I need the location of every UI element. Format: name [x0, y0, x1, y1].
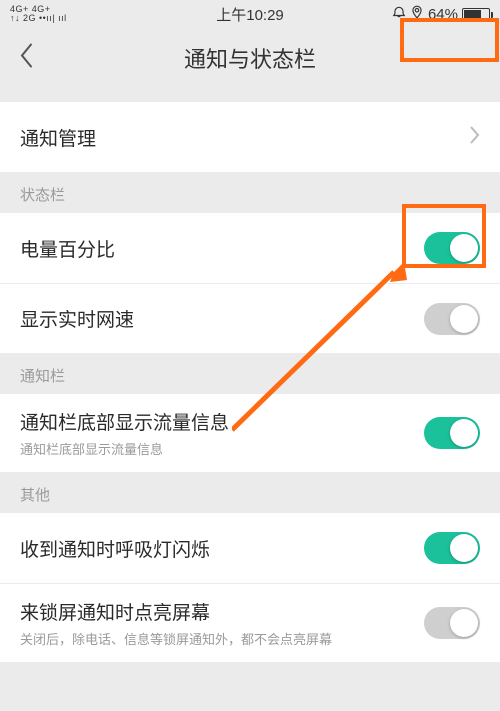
row-label: 电量百分比: [20, 235, 424, 262]
row-notify-management[interactable]: 通知管理: [0, 102, 500, 172]
chevron-right-icon: [468, 125, 480, 150]
annotation-box-top: [400, 18, 499, 62]
row-label: 来锁屏通知时点亮屏幕: [20, 598, 424, 625]
row-screen-on-notify[interactable]: 来锁屏通知时点亮屏幕 关闭后，除电话、信息等锁屏通知外，都不会点亮屏幕: [0, 583, 500, 662]
section-other: 其他: [0, 472, 500, 513]
page-title: 通知与状态栏: [184, 42, 316, 74]
row-label: 通知管理: [20, 124, 468, 151]
signal-line2: ↑↓ 2G ••ıı| ııl: [10, 14, 67, 23]
toggle-breathing-led[interactable]: [424, 532, 480, 564]
group-notify-panel: 通知栏底部显示流量信息 通知栏底部显示流量信息: [0, 394, 500, 472]
row-label: 显示实时网速: [20, 305, 424, 332]
toggle-net-speed[interactable]: [424, 303, 480, 335]
group-notify-mgmt: 通知管理: [0, 102, 500, 172]
signal-indicator: 4G+ 4G+ ↑↓ 2G ••ıı| ııl: [10, 5, 67, 23]
annotation-box-toggle: [402, 204, 486, 268]
row-traffic-info[interactable]: 通知栏底部显示流量信息 通知栏底部显示流量信息: [0, 394, 500, 472]
row-net-speed[interactable]: 显示实时网速: [0, 283, 500, 353]
toggle-screen-on-notify[interactable]: [424, 607, 480, 639]
row-sublabel: 关闭后，除电话、信息等锁屏通知外，都不会点亮屏幕: [20, 629, 424, 648]
section-notify-panel: 通知栏: [0, 353, 500, 394]
toggle-traffic-info[interactable]: [424, 417, 480, 449]
row-label: 收到通知时呼吸灯闪烁: [20, 535, 424, 562]
group-other: 收到通知时呼吸灯闪烁 来锁屏通知时点亮屏幕 关闭后，除电话、信息等锁屏通知外，都…: [0, 513, 500, 662]
clock: 上午10:29: [216, 4, 284, 25]
row-sublabel: 通知栏底部显示流量信息: [20, 439, 424, 458]
row-label: 通知栏底部显示流量信息: [20, 408, 424, 435]
row-breathing-led[interactable]: 收到通知时呼吸灯闪烁: [0, 513, 500, 583]
back-button[interactable]: [18, 41, 36, 76]
